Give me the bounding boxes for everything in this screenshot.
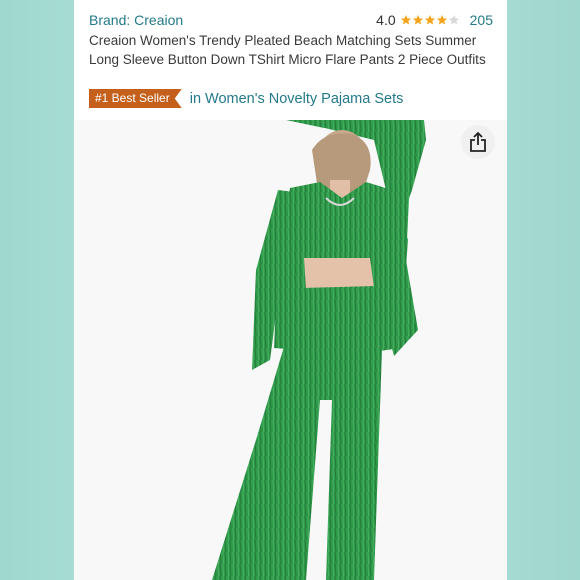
product-title: Creaion Women's Trendy Pleated Beach Mat… xyxy=(89,33,486,67)
product-photo xyxy=(74,120,507,580)
product-image-area[interactable] xyxy=(74,120,507,580)
brand-link[interactable]: Brand: Creaion xyxy=(89,12,183,28)
best-seller-badge: #1 Best Seller xyxy=(89,89,182,108)
review-count-link[interactable]: 205 xyxy=(470,12,493,28)
star-empty-icon xyxy=(448,15,459,25)
share-icon xyxy=(470,132,486,152)
share-button[interactable] xyxy=(461,125,495,159)
category-link[interactable]: in Women's Novelty Pajama Sets xyxy=(190,91,404,107)
product-screen: Brand: Creaion 4.0 205 Creaion Women's T… xyxy=(74,0,507,580)
product-header: Brand: Creaion 4.0 205 Creaion Women's T… xyxy=(74,0,507,120)
rating-value: 4.0 xyxy=(376,12,396,28)
star-icon xyxy=(400,15,411,25)
star-icon xyxy=(436,15,447,25)
best-seller-row: #1 Best Seller in Women's Novelty Pajama… xyxy=(89,89,403,108)
star-icon xyxy=(424,15,435,25)
rating-stars xyxy=(400,14,460,26)
star-icon xyxy=(412,15,423,25)
rating-summary[interactable]: 4.0 205 xyxy=(376,12,493,28)
